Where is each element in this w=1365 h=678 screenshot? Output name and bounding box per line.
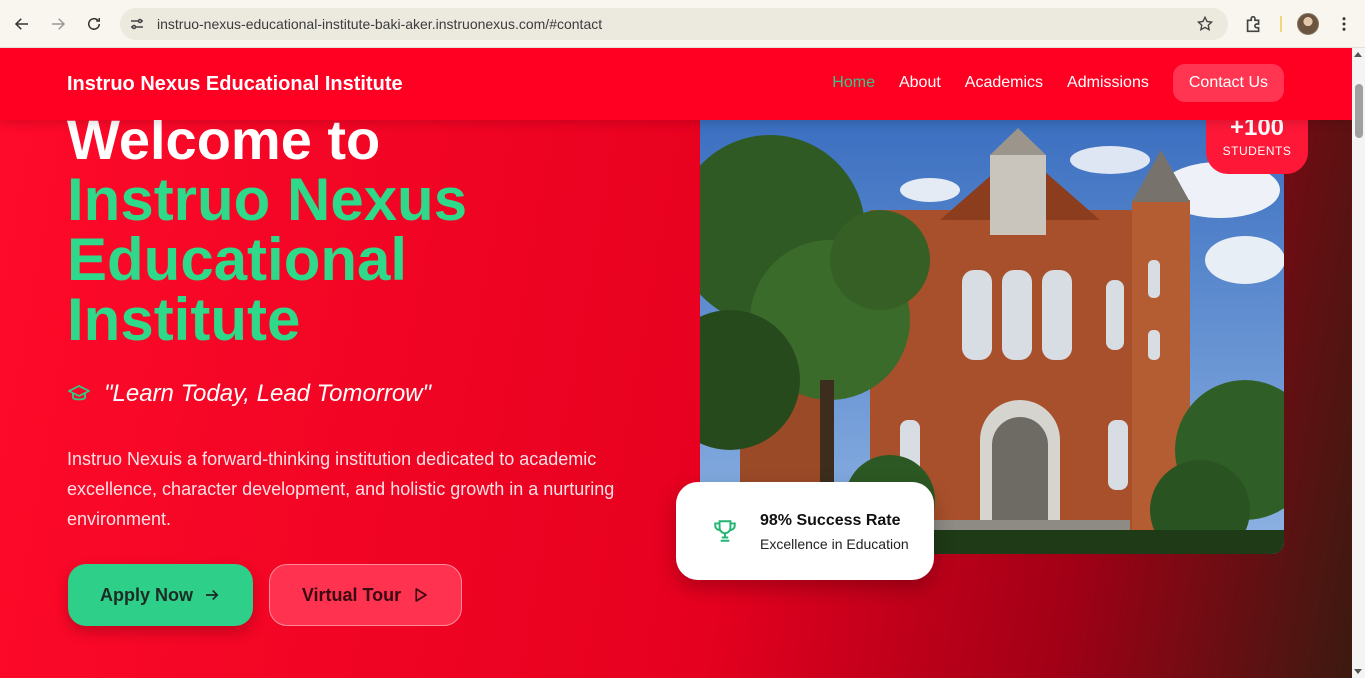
bookmark-star-icon[interactable]	[1196, 15, 1214, 33]
arrow-left-icon	[14, 18, 28, 30]
hero-tagline: "Learn Today, Lead Tomorrow"	[67, 380, 431, 408]
reload-button[interactable]	[80, 10, 108, 38]
success-rate-subtitle: Excellence in Education	[760, 536, 909, 552]
nav-contact-button[interactable]: Contact Us	[1172, 64, 1284, 102]
nav-home[interactable]: Home	[832, 74, 875, 92]
page-viewport: Instruo Nexus Educational Institute Home…	[0, 48, 1352, 678]
graduation-cap-icon	[68, 385, 90, 401]
hero-description: Instruo Nexuis a forward-thinking instit…	[67, 449, 615, 529]
site-brand[interactable]: Instruo Nexus Educational Institute	[67, 73, 403, 96]
forward-button[interactable]	[44, 10, 72, 38]
hero-heading-name-2: Educational	[67, 226, 408, 293]
address-bar[interactable]: instruo-nexus-educational-institute-baki…	[120, 8, 1228, 40]
browser-toolbar: instruo-nexus-educational-institute-baki…	[0, 0, 1365, 48]
virtual-tour-label: Virtual Tour	[301, 584, 402, 605]
hero-heading: Welcome to Instruo Nexus Educational Ins…	[67, 110, 467, 350]
main-nav: Home About Academics Admissions Contact …	[808, 64, 1284, 102]
apply-now-button[interactable]: Apply Now	[68, 564, 253, 626]
nav-about[interactable]: About	[899, 74, 941, 92]
toolbar-divider	[1280, 16, 1282, 32]
site-info-icon[interactable]	[128, 15, 146, 33]
profile-avatar[interactable]	[1297, 13, 1319, 35]
tagline-text: "Learn Today, Lead Tomorrow"	[104, 380, 432, 407]
nav-admissions[interactable]: Admissions	[1067, 74, 1149, 92]
scroll-down-arrow[interactable]	[1354, 669, 1362, 674]
arrow-right-icon	[206, 589, 219, 601]
reload-icon	[88, 17, 100, 30]
hero-heading-name-1: Instruo Nexus	[67, 166, 468, 233]
scroll-up-arrow[interactable]	[1354, 52, 1362, 57]
virtual-tour-button[interactable]: Virtual Tour	[269, 564, 462, 626]
back-button[interactable]	[8, 10, 36, 38]
extensions-icon[interactable]	[1243, 13, 1265, 35]
success-rate-title: 98% Success Rate	[760, 512, 901, 529]
students-label: STUDENTS	[1222, 144, 1292, 158]
play-icon	[415, 588, 427, 602]
menu-kebab-icon[interactable]	[1335, 14, 1353, 34]
scroll-thumb[interactable]	[1355, 84, 1363, 138]
site-header: Instruo Nexus Educational Institute Home…	[0, 48, 1352, 120]
arrow-right-icon	[52, 18, 66, 30]
trophy-icon	[714, 520, 736, 542]
url-text[interactable]: instruo-nexus-educational-institute-baki…	[157, 16, 602, 32]
nav-academics[interactable]: Academics	[965, 74, 1043, 92]
page-scrollbar[interactable]	[1352, 48, 1365, 678]
apply-now-label: Apply Now	[100, 584, 193, 605]
success-rate-card: 98% Success Rate Excellence in Education	[676, 482, 934, 580]
hero-heading-name-3: Institute	[67, 286, 301, 353]
